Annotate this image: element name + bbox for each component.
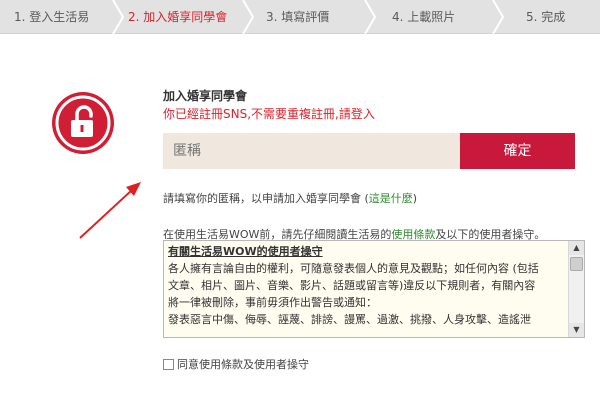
step-separator-icon <box>492 0 504 34</box>
terms-scrollbar[interactable]: ▲ ▼ <box>568 241 584 337</box>
step-separator-icon <box>112 0 124 34</box>
nickname-hint: 請填寫你的匿稱，以申請加入婚享同學會 (這是什麼) <box>163 190 417 206</box>
terms-line: 各人擁有言論自由的權利，可隨意發表個人的意見及觀點；如任何內容 (包括 <box>168 262 539 275</box>
agree-label: 同意使用條款及使用者操守 <box>177 358 309 371</box>
agree-terms[interactable]: 同意使用條款及使用者操守 <box>163 356 309 372</box>
terms-line: 文章、相片、圖片、音樂、影片、話題或留言等)違反以下規則者，有關內容 <box>168 279 536 292</box>
step-label: 4. 上載照片 <box>392 10 456 24</box>
nickname-input[interactable] <box>163 133 460 169</box>
unlock-icon <box>52 92 114 154</box>
hint-text-end: ) <box>412 192 418 205</box>
hint-text: 請填寫你的匿稱，以申請加入婚享同學會 ( <box>163 192 369 205</box>
step-join-club: 2. 加入婚享同學會 <box>118 0 254 34</box>
step-label: 3. 填寫評價 <box>266 10 330 24</box>
step-complete: 5. 完成 <box>498 0 600 34</box>
confirm-button[interactable]: 確定 <box>460 133 575 169</box>
step-separator-icon <box>364 0 376 34</box>
step-upload-photos: 4. 上載照片 <box>370 0 504 34</box>
scroll-thumb[interactable] <box>570 257 583 271</box>
step-review: 3. 填寫評價 <box>248 0 376 34</box>
scroll-down-icon[interactable]: ▼ <box>569 323 584 337</box>
what-is-this-link[interactable]: 這是什麼 <box>369 192 413 205</box>
step-login: 1. 登入生活易 <box>0 0 124 34</box>
step-label: 5. 完成 <box>526 10 566 24</box>
agree-checkbox[interactable] <box>163 358 174 370</box>
step-separator-icon <box>242 0 254 34</box>
already-registered-warning: 你已經註冊SNS,不需要重複註冊,請登入 <box>163 107 375 121</box>
form-heading: 加入婚享同學會 <box>163 89 248 103</box>
step-label: 2. 加入婚享同學會 <box>128 10 228 24</box>
terms-textarea[interactable]: 有關生活易WOW的使用者操守 各人擁有言論自由的權利，可隨意發表個人的意見及觀點… <box>163 240 585 338</box>
terms-title: 有關生活易WOW的使用者操守 <box>168 245 323 258</box>
terms-content: 有關生活易WOW的使用者操守 各人擁有言論自由的權利，可隨意發表個人的意見及觀點… <box>168 243 564 328</box>
terms-line: 將一律被刪除，事前毋須作出警告或通知： <box>168 296 377 309</box>
step-label: 1. 登入生活易 <box>14 10 90 24</box>
scroll-up-icon[interactable]: ▲ <box>569 241 584 255</box>
terms-line: 發表惡言中傷、侮辱、誣蔑、誹謗、謾罵、過激、挑撥、人身攻擊、造謠泄 <box>168 313 531 326</box>
progress-steps: 1. 登入生活易 2. 加入婚享同學會 3. 填寫評價 4. 上載照片 5. 完… <box>0 0 600 34</box>
